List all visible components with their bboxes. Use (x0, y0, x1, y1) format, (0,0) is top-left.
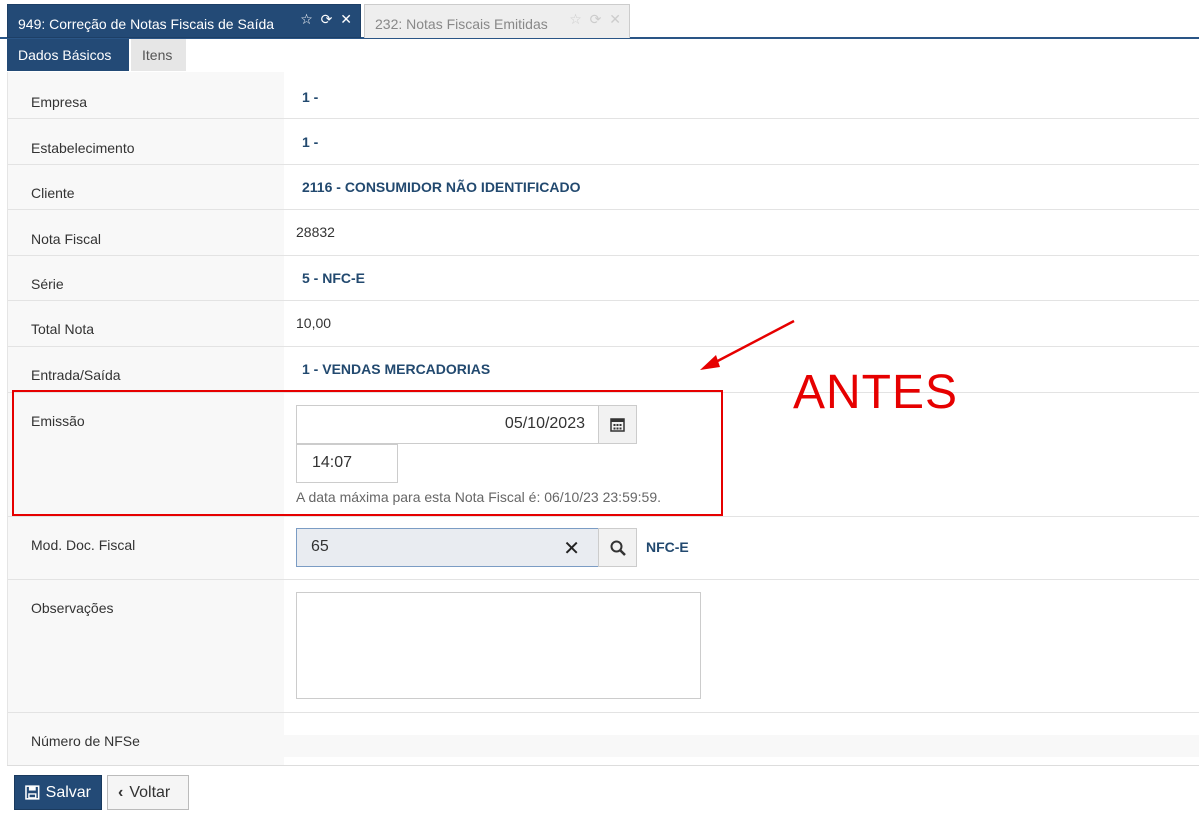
label-total-nota: Total Nota (31, 321, 95, 337)
row-total-nota: Total Nota 10,00 (8, 301, 1199, 347)
row-entrada-saida: Entrada/Saída 1 - VENDAS MERCADORIAS (8, 347, 1199, 393)
label-numero-nfse: Número de NFSe (31, 733, 140, 749)
tab-label: 232: Notas Fiscais Emitidas (375, 16, 548, 32)
floppy-disk-icon (25, 785, 40, 800)
value-entrada-saida: 1 - VENDAS MERCADORIAS (302, 361, 491, 377)
mod-doc-fiscal-input[interactable]: 65 ✕ (296, 528, 599, 567)
label-serie: Série (31, 276, 64, 292)
tab-correcao-notas[interactable]: 949: Correção de Notas Fiscais de Saída … (7, 4, 361, 38)
value-estabelecimento: 1 - (302, 134, 319, 150)
value-nota-fiscal: 28832 (296, 224, 335, 240)
label-estabelecimento: Estabelecimento (31, 140, 135, 156)
value-empresa: 1 - (302, 89, 319, 105)
label-empresa: Empresa (31, 94, 88, 110)
tab-label: 949: Correção de Notas Fiscais de Saída (18, 16, 275, 32)
row-numero-nfse: Número de NFSe (8, 713, 1199, 765)
label-nota-fiscal: Nota Fiscal (31, 231, 102, 247)
clear-icon[interactable]: ✕ (563, 536, 580, 561)
value-total-nota: 10,00 (296, 315, 332, 331)
search-button[interactable] (598, 528, 637, 567)
row-nota-fiscal: Nota Fiscal 28832 (8, 210, 1199, 256)
tab-dados-basicos[interactable]: Dados Básicos (7, 39, 129, 71)
row-mod-doc-fiscal: Mod. Doc. Fiscal 65 ✕ NFC-E (8, 517, 1199, 580)
mod-doc-fiscal-value: 65 (311, 538, 329, 555)
save-button-label: Salvar (45, 783, 91, 801)
annotation-label: ANTES (793, 366, 959, 419)
observacoes-textarea[interactable] (296, 592, 701, 699)
back-button[interactable]: ‹ Voltar (107, 775, 189, 810)
back-button-label: Voltar (129, 783, 171, 801)
top-tab-bar: 949: Correção de Notas Fiscais de Saída … (0, 0, 1199, 39)
save-button[interactable]: Salvar (14, 775, 102, 810)
search-icon (610, 540, 626, 556)
tab-notas-emitidas[interactable]: 232: Notas Fiscais Emitidas ☆ ⟳ ✕ (364, 4, 630, 38)
row-cliente: Cliente 2116 - CONSUMIDOR NÃO IDENTIFICA… (8, 165, 1199, 210)
tab-itens[interactable]: Itens (131, 39, 186, 71)
chevron-left-icon: ‹ (118, 783, 124, 801)
row-serie: Série 5 - NFC-E (8, 256, 1199, 301)
numero-nfse-area (284, 735, 1199, 757)
tab-action-icons[interactable]: ☆ ⟳ ✕ (300, 3, 354, 35)
value-serie: 5 - NFC-E (302, 270, 365, 286)
value-cliente: 2116 - CONSUMIDOR NÃO IDENTIFICADO (302, 179, 581, 195)
row-observacoes: Observações (8, 580, 1199, 713)
annotation-highlight-box (12, 390, 723, 516)
row-estabelecimento: Estabelecimento 1 - (8, 119, 1199, 165)
form-footer: Salvar ‹ Voltar (7, 765, 1199, 821)
tab-action-icons[interactable]: ☆ ⟳ ✕ (569, 3, 623, 35)
annotation-arrow (700, 319, 795, 370)
label-entrada-saida: Entrada/Saída (31, 367, 121, 383)
label-observacoes: Observações (31, 600, 114, 616)
mod-doc-fiscal-description: NFC-E (646, 539, 689, 555)
label-cliente: Cliente (31, 185, 75, 201)
label-mod-doc-fiscal: Mod. Doc. Fiscal (31, 537, 136, 553)
row-empresa: Empresa 1 - (8, 72, 1199, 119)
